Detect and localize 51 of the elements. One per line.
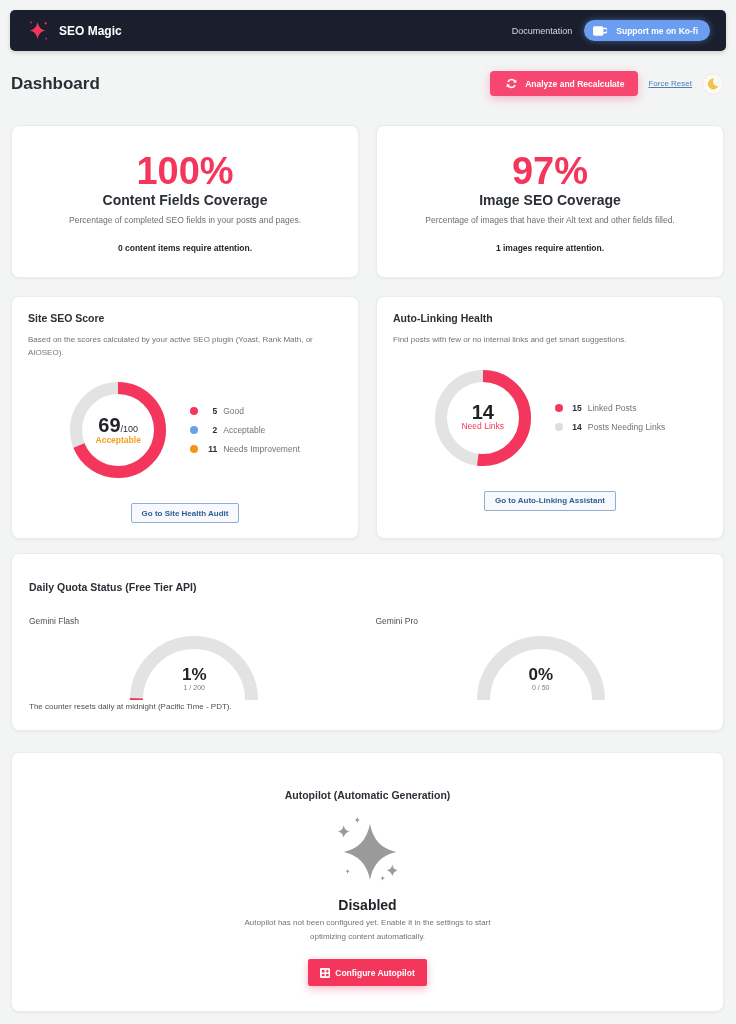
card-description: Based on the scores calculated by your active SEO plugin (Yoast, Rank Math, or AIOSEO). [28,334,314,359]
documentation-link[interactable]: Documentation [511,25,573,36]
legend-label: Needs Improvement [223,444,300,454]
page-title: Dashboard [11,73,100,94]
configure-autopilot-button[interactable]: Configure Autopilot [308,959,427,986]
legend-count: 14 [571,422,582,432]
model-name: Gemini Flash [29,615,81,628]
site-health-audit-button[interactable]: Go to Site Health Audit [130,503,240,523]
score-maximum: /100 [120,423,139,434]
card-title: Auto-Linking Health [393,311,494,325]
quota-reset-note: The counter resets daily at midnight (Pacific Time - PDT). [29,701,233,713]
attention-note: 0 content items require attention. [116,242,254,255]
card-title: Autopilot (Automatic Generation) [284,788,451,802]
coverage-percentage: 100% [135,151,235,191]
legend-count: 11 [207,444,218,454]
quota-percentage: 0% [528,667,554,683]
add-widget-icon [320,967,331,978]
refresh-icon [506,78,518,89]
quota-percentage: 1% [181,667,207,683]
card-title: Daily Quota Status (Free Tier API) [29,580,198,594]
legend-label: Posts Needing Links [587,422,666,432]
legend-label: Good [223,406,244,416]
legend-count: 5 [211,406,218,416]
force-reset-link[interactable]: Force Reset [648,79,692,88]
legend-label: Linked Posts [587,403,637,413]
legend-label: Acceptable [223,425,266,435]
card-title: Site SEO Score [28,311,106,325]
card-description: Find posts with few or no internal links and get smart suggestions. [393,334,628,346]
cup-icon [593,25,608,36]
support-button[interactable]: Support me on Ko-fi [584,20,710,41]
coverage-description: Percentage of images that have their Alt text and other fields filled. [424,214,676,227]
coverage-title: Image SEO Coverage [478,191,622,209]
autopilot-status: Disabled [338,896,397,914]
links-needed-count: 14 [471,403,494,421]
theme-toggle-button[interactable] [702,72,724,95]
score-value: 69 [98,414,121,435]
attention-note: 1 images require attention. [494,242,606,255]
autopilot-description: Autopilot has not been configured yet. Enable it in the settings to start optimizing content automatically. [243,917,492,943]
coverage-description: Percentage of completed SEO fields in your posts and pages. [68,214,302,227]
auto-linking-assistant-button[interactable]: Go to Auto-Linking Assistant [483,490,617,511]
legend-count: 15 [571,403,582,413]
coverage-percentage: 97% [510,151,590,191]
brand-name: SEO Magic [59,23,122,38]
analyze-button[interactable]: Analyze and Recalculate [490,71,639,96]
moon-icon [707,77,719,90]
coverage-title: Content Fields Coverage [101,191,269,209]
sparkle-logo-icon [28,20,49,41]
model-name: Gemini Pro [375,615,419,628]
score-rating: Acceptable [95,434,141,446]
links-needed-caption: Need Links [461,420,504,432]
legend-count: 2 [211,425,218,435]
